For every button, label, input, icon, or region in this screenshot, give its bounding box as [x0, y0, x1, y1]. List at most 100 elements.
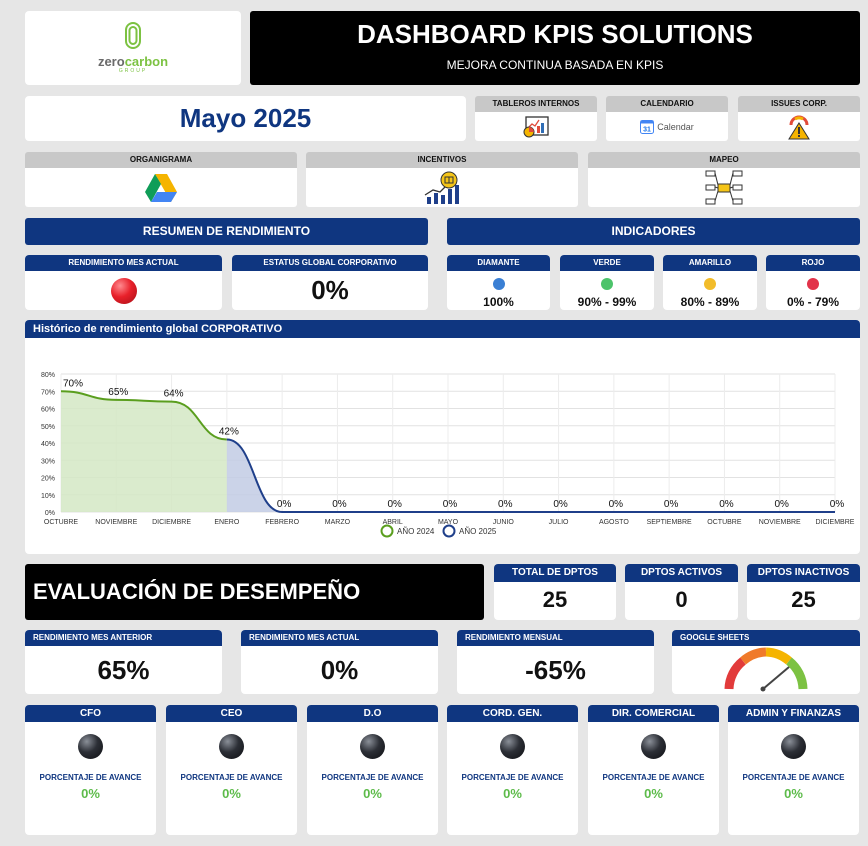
y-tick-label: 0%: [45, 510, 55, 517]
series-area: [226, 439, 835, 512]
indicator-rojo: ROJO 0% - 79%: [766, 255, 860, 310]
current-month-card: RENDIMIENTO MES ACTUAL 0%: [241, 630, 438, 694]
indicator-label: DIAMANTE: [447, 255, 550, 271]
card-value: -65%: [525, 655, 586, 685]
data-label: 0%: [498, 499, 513, 510]
link-incentivos[interactable]: INCENTIVOS: [306, 152, 578, 207]
link-issues-corp[interactable]: ISSUES CORP.: [738, 96, 860, 141]
y-tick-label: 60%: [41, 407, 55, 414]
link-label: TABLEROS INTERNOS: [475, 96, 597, 112]
department-card[interactable]: DIR. COMERCIAL PORCENTAJE DE AVANCE 0%: [588, 705, 719, 835]
department-status-ball-icon: [781, 734, 806, 759]
data-label: 0%: [774, 499, 789, 510]
total-dptos-card: TOTAL DE DPTOS 25: [494, 564, 616, 620]
x-tick-label: JUNIO: [493, 519, 515, 526]
x-tick-label: JULIO: [549, 519, 569, 526]
department-name: CFO: [25, 705, 156, 722]
indicator-diamante: DIAMANTE 100%: [447, 255, 550, 310]
link-calendario[interactable]: CALENDARIO 31 Calendar: [606, 96, 728, 141]
card-label: GOOGLE SHEETS: [672, 630, 860, 646]
dashboard-subtitle: MEJORA CONTINUA BASADA EN KPIS: [446, 58, 664, 72]
chart-report-icon: [523, 115, 549, 137]
card-label: DPTOS INACTIVOS: [747, 564, 860, 582]
link-organigrama[interactable]: ORGANIGRAMA: [25, 152, 297, 207]
x-tick-label: SEPTIEMBRE: [647, 519, 692, 526]
indicator-label: ROJO: [766, 255, 860, 271]
y-tick-label: 40%: [41, 441, 55, 448]
department-card[interactable]: CEO PORCENTAJE DE AVANCE 0%: [166, 705, 297, 835]
progress-label: PORCENTAJE DE AVANCE: [461, 773, 564, 782]
monthly-change-card: RENDIMIENTO MENSUAL -65%: [457, 630, 654, 694]
data-label: 0%: [719, 499, 734, 510]
department-status-ball-icon: [360, 734, 385, 759]
y-tick-label: 20%: [41, 476, 55, 483]
google-calendar-icon: 31: [640, 119, 655, 134]
company-logo: zerocarbon GROUP: [25, 11, 241, 85]
x-tick-label: DICIEMBRE: [152, 519, 191, 526]
card-value: 25: [542, 587, 568, 612]
x-tick-label: MARZO: [325, 519, 351, 526]
indicator-label: AMARILLO: [663, 255, 757, 271]
google-drive-icon: [145, 173, 177, 202]
y-tick-label: 10%: [41, 493, 55, 500]
department-card[interactable]: CFO PORCENTAJE DE AVANCE 0%: [25, 705, 156, 835]
data-label: 70%: [63, 378, 83, 389]
y-tick-label: 30%: [41, 458, 55, 465]
department-name: DIR. COMERCIAL: [588, 705, 719, 722]
calendar-badge: 31: [643, 126, 651, 133]
link-label: ISSUES CORP.: [738, 96, 860, 112]
data-label: 0%: [332, 499, 347, 510]
link-mapeo[interactable]: MAPEO: [588, 152, 860, 207]
x-tick-label: AGOSTO: [599, 519, 629, 526]
prev-month-card: RENDIMIENTO MES ANTERIOR 65%: [25, 630, 222, 694]
indicator-amarillo: AMARILLO 80% - 89%: [663, 255, 757, 310]
history-area-chart: 0% 10% 20% 30% 40% 50% 60% 70% 80% OCTUBRE NOVIEMB…: [41, 372, 855, 538]
legend-marker: [442, 524, 456, 538]
progress-label: PORCENTAJE DE AVANCE: [602, 773, 705, 782]
card-value: 0: [675, 587, 688, 612]
logo-text-zero: zero: [97, 54, 125, 69]
data-label: 0%: [443, 499, 458, 510]
department-status-ball-icon: [78, 734, 103, 759]
department-card[interactable]: CORD. GEN. PORCENTAJE DE AVANCE 0%: [447, 705, 578, 835]
x-tick-label: DICIEMBRE: [816, 519, 855, 526]
x-tick-label: NOVIEMBRE: [95, 519, 137, 526]
indicators-header: INDICADORES: [447, 218, 860, 245]
data-label: 0%: [830, 499, 845, 510]
department-name: CORD. GEN.: [447, 705, 578, 722]
indicator-dot-icon: [492, 278, 505, 290]
department-card[interactable]: D.O PORCENTAJE DE AVANCE 0%: [307, 705, 438, 835]
link-tableros-internos[interactable]: TABLEROS INTERNOS: [475, 96, 597, 141]
legend-label: AÑO 2024: [397, 527, 435, 536]
department-status-ball-icon: [219, 734, 244, 759]
x-tick-label: ENERO: [214, 519, 239, 526]
indicator-dot-icon: [601, 278, 613, 290]
progress-label: PORCENTAJE DE AVANCE: [39, 773, 142, 782]
chart-title: Histórico de rendimiento global CORPORAT…: [25, 320, 860, 338]
inactive-dptos-card: DPTOS INACTIVOS 25: [747, 564, 860, 620]
google-sheets-link[interactable]: GOOGLE SHEETS: [672, 630, 860, 694]
card-value: 0%: [320, 655, 359, 685]
calendar-caption: Calendar: [657, 121, 694, 132]
y-tick-label: 50%: [41, 424, 55, 431]
legend-label: AÑO 2025: [459, 527, 497, 536]
growth-incentive-icon: [424, 171, 459, 204]
indicator-range: 80% - 89%: [680, 295, 740, 309]
data-label: 42%: [219, 427, 239, 438]
warning-gauge-icon: [788, 115, 810, 139]
indicator-verde: VERDE 90% - 99%: [560, 255, 654, 310]
department-status-ball-icon: [500, 734, 525, 759]
card-label: DPTOS ACTIVOS: [625, 564, 738, 582]
indicator-range: 90% - 99%: [577, 295, 637, 309]
status-ball-icon: [110, 277, 137, 304]
department-status-ball-icon: [641, 734, 666, 759]
series-line: [226, 438, 835, 513]
gauge-icon: [724, 647, 808, 692]
x-tick-label: NOVIEMBRE: [759, 519, 801, 526]
link-label: INCENTIVOS: [306, 152, 578, 168]
evaluation-title: EVALUACIÓN DE DESEMPEÑO: [25, 564, 484, 620]
department-card[interactable]: ADMIN Y FINANZAS PORCENTAJE DE AVANCE 0%: [728, 705, 859, 835]
y-tick-label: 80%: [41, 372, 55, 379]
x-tick-label: FEBRERO: [265, 519, 299, 526]
process-map-icon: [705, 170, 743, 204]
